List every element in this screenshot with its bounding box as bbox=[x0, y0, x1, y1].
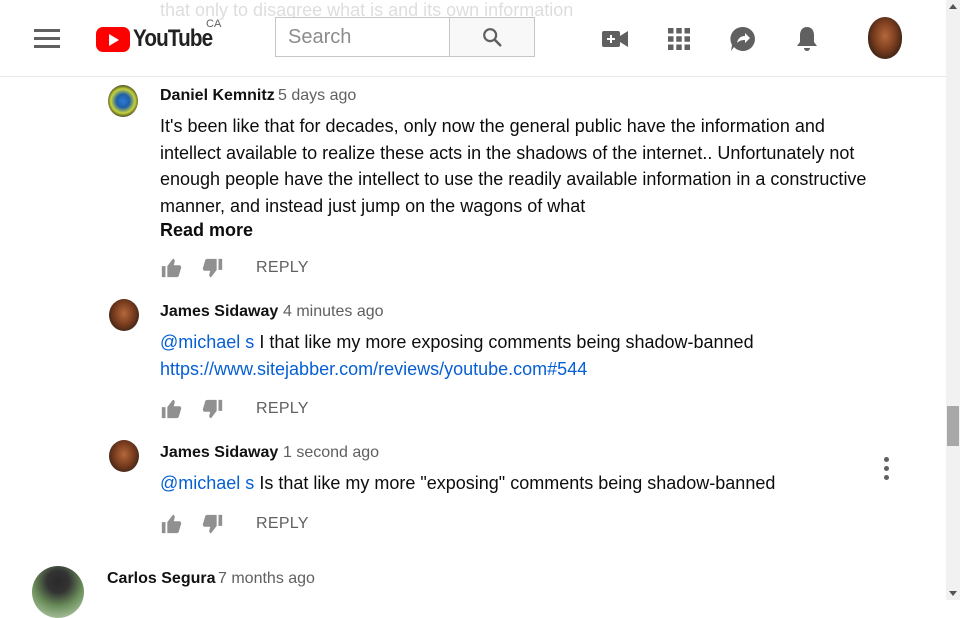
avatar[interactable] bbox=[108, 85, 138, 117]
avatar[interactable] bbox=[109, 440, 139, 472]
youtube-play-icon bbox=[96, 26, 130, 52]
scroll-up-arrow-icon[interactable] bbox=[949, 4, 957, 9]
thumbs-down-icon[interactable] bbox=[202, 398, 224, 420]
scroll-thumb[interactable] bbox=[947, 406, 959, 446]
comment-text: It's been like that for decades, only no… bbox=[160, 116, 867, 216]
search-bar bbox=[275, 17, 535, 59]
comment-timestamp[interactable]: 7 months ago bbox=[218, 570, 315, 588]
share-arrow-bubble-icon[interactable] bbox=[728, 24, 758, 54]
reply-button[interactable]: REPLY bbox=[256, 400, 309, 418]
comment-author[interactable]: Carlos Segura bbox=[107, 570, 215, 588]
mention-link[interactable]: @michael s bbox=[160, 473, 254, 493]
bell-icon[interactable] bbox=[792, 24, 822, 54]
thumbs-down-icon[interactable] bbox=[202, 257, 224, 279]
comment-text: @michael s Is that like my more "exposin… bbox=[160, 470, 860, 497]
page-scrollbar[interactable] bbox=[946, 0, 960, 600]
hamburger-menu-icon[interactable] bbox=[34, 28, 62, 48]
comment-author[interactable]: James Sidaway bbox=[160, 444, 278, 462]
apps-grid-icon[interactable] bbox=[664, 24, 694, 54]
comment-text-content: I that like my more exposing comments be… bbox=[254, 332, 754, 352]
scroll-down-arrow-icon[interactable] bbox=[949, 591, 957, 596]
reply-button[interactable]: REPLY bbox=[256, 259, 309, 277]
avatar[interactable] bbox=[109, 299, 139, 331]
avatar[interactable] bbox=[32, 566, 84, 618]
thumbs-up-icon[interactable] bbox=[160, 513, 182, 535]
logo-text: YouTube bbox=[133, 25, 213, 52]
video-camera-plus-icon[interactable] bbox=[600, 24, 630, 54]
thumbs-up-icon[interactable] bbox=[160, 398, 182, 420]
reply-button[interactable]: REPLY bbox=[256, 515, 309, 533]
logo-region-code: CA bbox=[206, 18, 222, 30]
comment-timestamp[interactable]: 5 days ago bbox=[278, 87, 356, 105]
thumbs-down-icon[interactable] bbox=[202, 513, 224, 535]
url-link[interactable]: https://www.sitejabber.com/reviews/youtu… bbox=[160, 359, 587, 379]
youtube-logo[interactable]: YouTube CA bbox=[96, 18, 225, 54]
comment-text: @michael s I that like my more exposing … bbox=[160, 329, 880, 382]
read-more-button[interactable]: Read more bbox=[160, 220, 253, 241]
comment-timestamp[interactable]: 1 second ago bbox=[283, 444, 379, 462]
masthead: that only to disagree what is and its ow… bbox=[0, 0, 946, 77]
kebab-menu-icon[interactable] bbox=[882, 456, 892, 482]
thumbs-up-icon[interactable] bbox=[160, 257, 182, 279]
comment-text-content: Is that like my more "exposing" comments… bbox=[254, 473, 776, 493]
comment-author[interactable]: James Sidaway bbox=[160, 303, 278, 321]
mention-link[interactable]: @michael s bbox=[160, 332, 254, 352]
account-avatar[interactable] bbox=[868, 17, 902, 59]
comment-author[interactable]: Daniel Kemnitz bbox=[160, 87, 275, 105]
search-input[interactable] bbox=[275, 17, 449, 57]
comment-timestamp[interactable]: 4 minutes ago bbox=[283, 303, 384, 321]
search-button[interactable] bbox=[449, 17, 535, 57]
search-icon bbox=[483, 28, 502, 47]
